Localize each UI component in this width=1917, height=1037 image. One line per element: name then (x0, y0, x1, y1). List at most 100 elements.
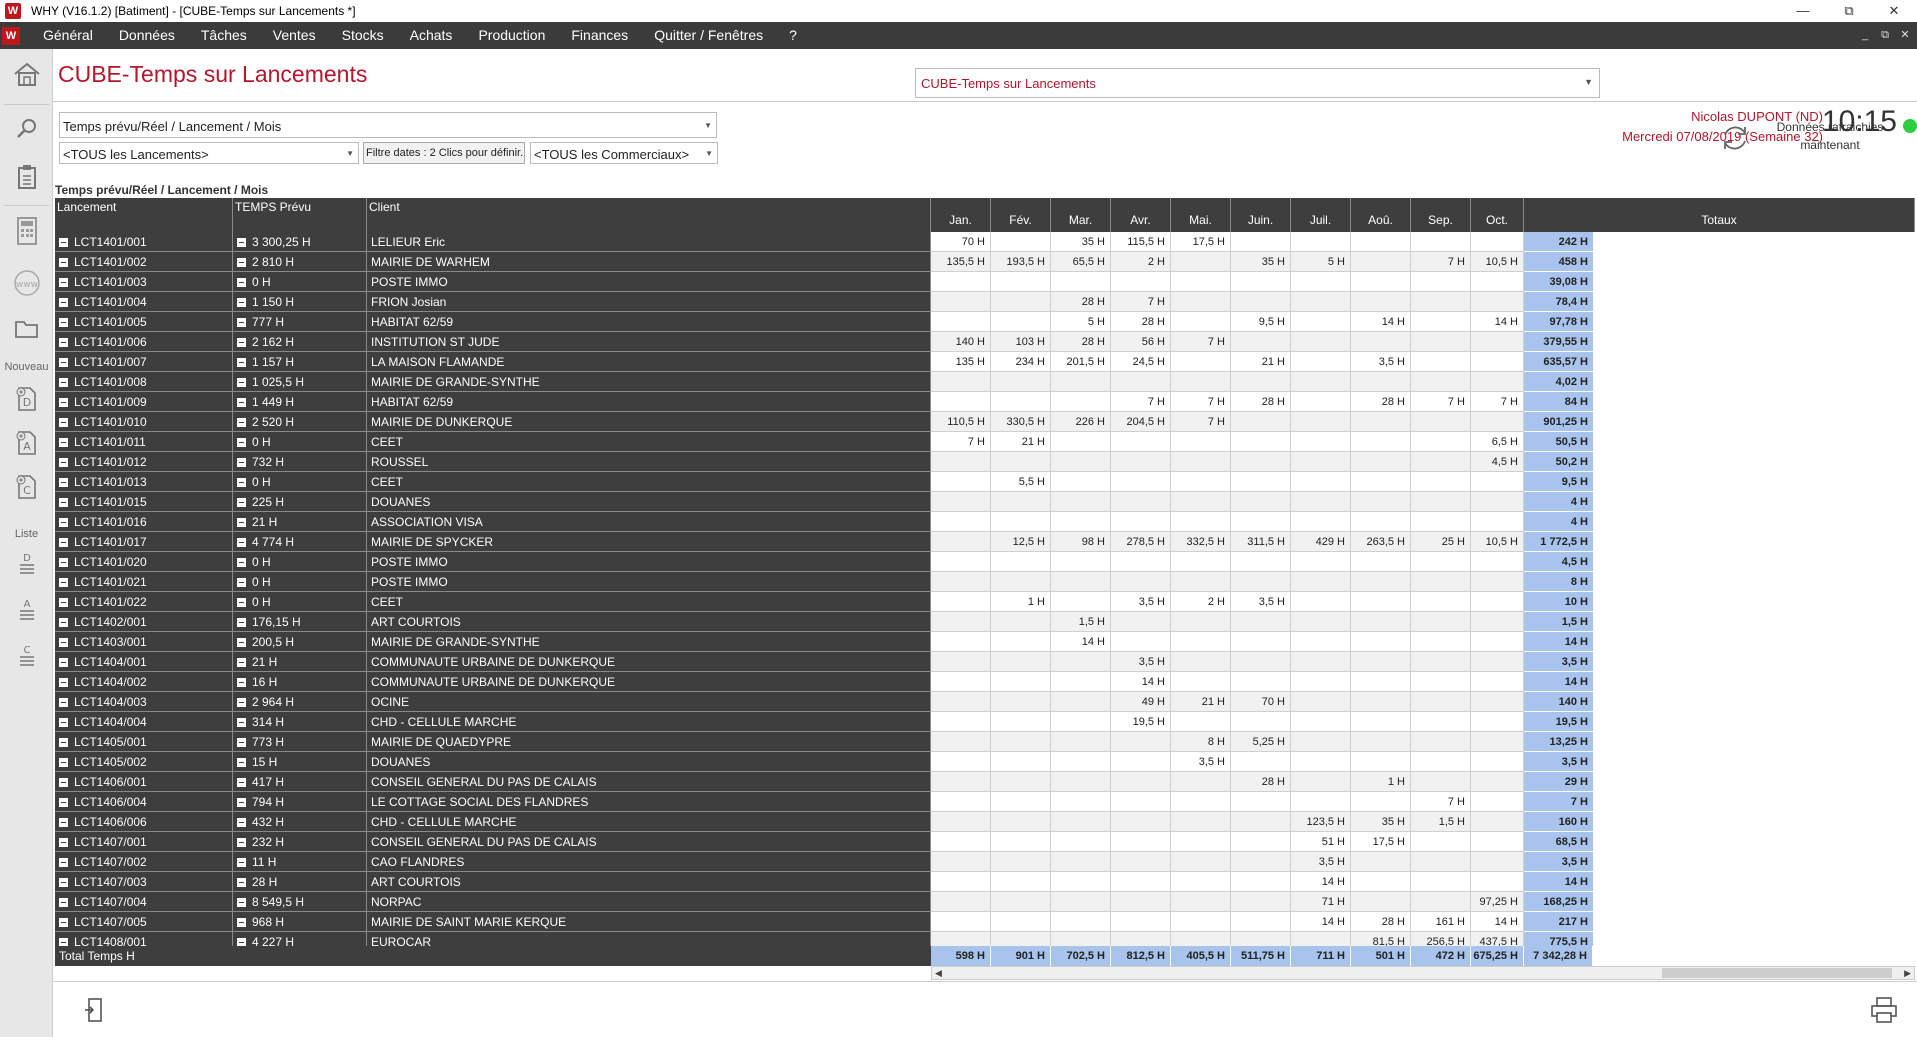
total-cell[interactable]: 29 H (1524, 772, 1593, 792)
temps-prevu-cell[interactable]: 200,5 H (233, 632, 367, 652)
month-cell[interactable] (931, 812, 991, 832)
collapse-icon[interactable] (59, 618, 68, 627)
month-cell[interactable] (1411, 692, 1471, 712)
month-cell[interactable] (1291, 312, 1351, 332)
lancement-cell[interactable]: LCT1401/007 (55, 352, 233, 372)
month-cell[interactable]: 135 H (931, 352, 991, 372)
month-cell[interactable] (1411, 472, 1471, 492)
month-cell[interactable] (1231, 432, 1291, 452)
month-cell[interactable] (991, 312, 1051, 332)
month-cell[interactable] (1171, 672, 1231, 692)
lancement-cell[interactable]: LCT1401/009 (55, 392, 233, 412)
month-cell[interactable]: 7 H (1411, 252, 1471, 272)
month-cell[interactable]: 7 H (1171, 332, 1231, 352)
month-cell[interactable] (931, 792, 991, 812)
month-cell[interactable] (1231, 472, 1291, 492)
table-row[interactable]: LCT1406/006 432 H CHD - CELLULE MARCHE 123,… (55, 812, 1915, 832)
month-cell[interactable]: 70 H (1231, 692, 1291, 712)
month-cell[interactable]: 56 H (1111, 332, 1171, 352)
month-cell[interactable] (1471, 752, 1524, 772)
collapse-icon[interactable] (237, 658, 246, 667)
month-cell[interactable] (1051, 452, 1111, 472)
collapse-icon[interactable] (237, 818, 246, 827)
lancement-cell[interactable]: LCT1401/017 (55, 532, 233, 552)
month-cell[interactable] (1171, 612, 1231, 632)
month-cell[interactable]: 5,5 H (991, 472, 1051, 492)
month-cell[interactable] (1291, 572, 1351, 592)
month-cell[interactable]: 24,5 H (1111, 352, 1171, 372)
month-cell[interactable]: 21 H (1171, 692, 1231, 712)
month-cell[interactable] (1351, 592, 1411, 612)
temps-prevu-cell[interactable]: 1 150 H (233, 292, 367, 312)
month-cell[interactable] (1351, 552, 1411, 572)
client-cell[interactable]: OCINE (367, 692, 931, 712)
temps-prevu-cell[interactable]: 0 H (233, 472, 367, 492)
total-cell[interactable]: 4,5 H (1524, 552, 1593, 572)
month-cell[interactable] (1231, 492, 1291, 512)
month-cell[interactable] (991, 852, 1051, 872)
month-cell[interactable] (1471, 592, 1524, 612)
month-cell[interactable] (1231, 452, 1291, 472)
month-cell[interactable] (1171, 352, 1231, 372)
month-cell[interactable] (1051, 892, 1111, 912)
temps-prevu-cell[interactable]: 0 H (233, 592, 367, 612)
month-cell[interactable]: 7 H (1171, 412, 1231, 432)
temps-prevu-cell[interactable]: 232 H (233, 832, 367, 852)
total-cell[interactable]: 14 H (1524, 872, 1593, 892)
month-cell[interactable] (1171, 252, 1231, 272)
month-cell[interactable] (1471, 412, 1524, 432)
month-cell[interactable] (1351, 372, 1411, 392)
month-cell[interactable] (1351, 452, 1411, 472)
month-cell[interactable] (1111, 832, 1171, 852)
month-cell[interactable] (1351, 672, 1411, 692)
month-cell[interactable]: 278,5 H (1111, 532, 1171, 552)
total-cell[interactable]: 68,5 H (1524, 832, 1593, 852)
total-cell[interactable]: 160 H (1524, 812, 1593, 832)
table-row[interactable]: LCT1401/015 225 H DOUANES 4 H (55, 492, 1915, 512)
temps-prevu-cell[interactable]: 773 H (233, 732, 367, 752)
month-cell[interactable]: 3,5 H (1111, 592, 1171, 612)
table-row[interactable]: LCT1401/013 0 H CEET 5,5 H 9,5 H (55, 472, 1915, 492)
collapse-icon[interactable] (59, 278, 68, 287)
table-row[interactable]: LCT1407/005 968 H MAIRIE DE SAINT MARIE KE… (55, 912, 1915, 932)
header-month[interactable]: Sep. (1411, 198, 1471, 232)
month-cell[interactable]: 135,5 H (931, 252, 991, 272)
collapse-icon[interactable] (59, 898, 68, 907)
month-cell[interactable] (1111, 472, 1171, 492)
month-cell[interactable] (1111, 452, 1171, 472)
table-row[interactable]: LCT1401/005 777 H HABITAT 62/59 5 H 28 H 9,5 … (55, 312, 1915, 332)
total-cell[interactable]: 39,08 H (1524, 272, 1593, 292)
lancement-cell[interactable]: LCT1401/008 (55, 372, 233, 392)
month-cell[interactable]: 8 H (1171, 732, 1231, 752)
month-cell[interactable] (1231, 372, 1291, 392)
collapse-icon[interactable] (237, 438, 246, 447)
month-cell[interactable]: 2 H (1171, 592, 1231, 612)
month-cell[interactable]: 7 H (1111, 392, 1171, 412)
month-cell[interactable]: 14 H (1291, 912, 1351, 932)
total-cell[interactable]: 4 H (1524, 492, 1593, 512)
clipboard-icon[interactable] (0, 155, 53, 199)
month-cell[interactable]: 193,5 H (991, 252, 1051, 272)
month-cell[interactable] (1351, 232, 1411, 252)
table-row[interactable]: LCT1401/011 0 H CEET 7 H 21 H 6,5 H 50,5 H (55, 432, 1915, 452)
list-d-icon[interactable]: D (0, 543, 53, 587)
month-cell[interactable] (931, 592, 991, 612)
month-cell[interactable]: 14 H (1051, 632, 1111, 652)
month-cell[interactable] (1471, 792, 1524, 812)
commerciaux-filter[interactable]: <TOUS les Commerciaux> ▼ (530, 142, 718, 164)
lancement-cell[interactable]: LCT1401/016 (55, 512, 233, 532)
collapse-icon[interactable] (59, 738, 68, 747)
table-row[interactable]: LCT1407/004 8 549,5 H NORPAC 71 H 97,25 H 168… (55, 892, 1915, 912)
mdi-restore-button[interactable]: ⧉ (1877, 27, 1893, 43)
month-cell[interactable] (991, 232, 1051, 252)
client-cell[interactable]: DOUANES (367, 752, 931, 772)
table-row[interactable]: LCT1401/002 2 810 H MAIRIE DE WARHEM 135,5 … (55, 252, 1915, 272)
collapse-icon[interactable] (59, 718, 68, 727)
month-cell[interactable] (1291, 432, 1351, 452)
client-cell[interactable]: CEET (367, 592, 931, 612)
month-cell[interactable] (1471, 692, 1524, 712)
menu-donnees[interactable]: Données (106, 22, 188, 49)
month-cell[interactable] (1231, 872, 1291, 892)
client-cell[interactable]: MAIRIE DE GRANDE-SYNTHE (367, 632, 931, 652)
month-cell[interactable]: 28 H (1051, 332, 1111, 352)
